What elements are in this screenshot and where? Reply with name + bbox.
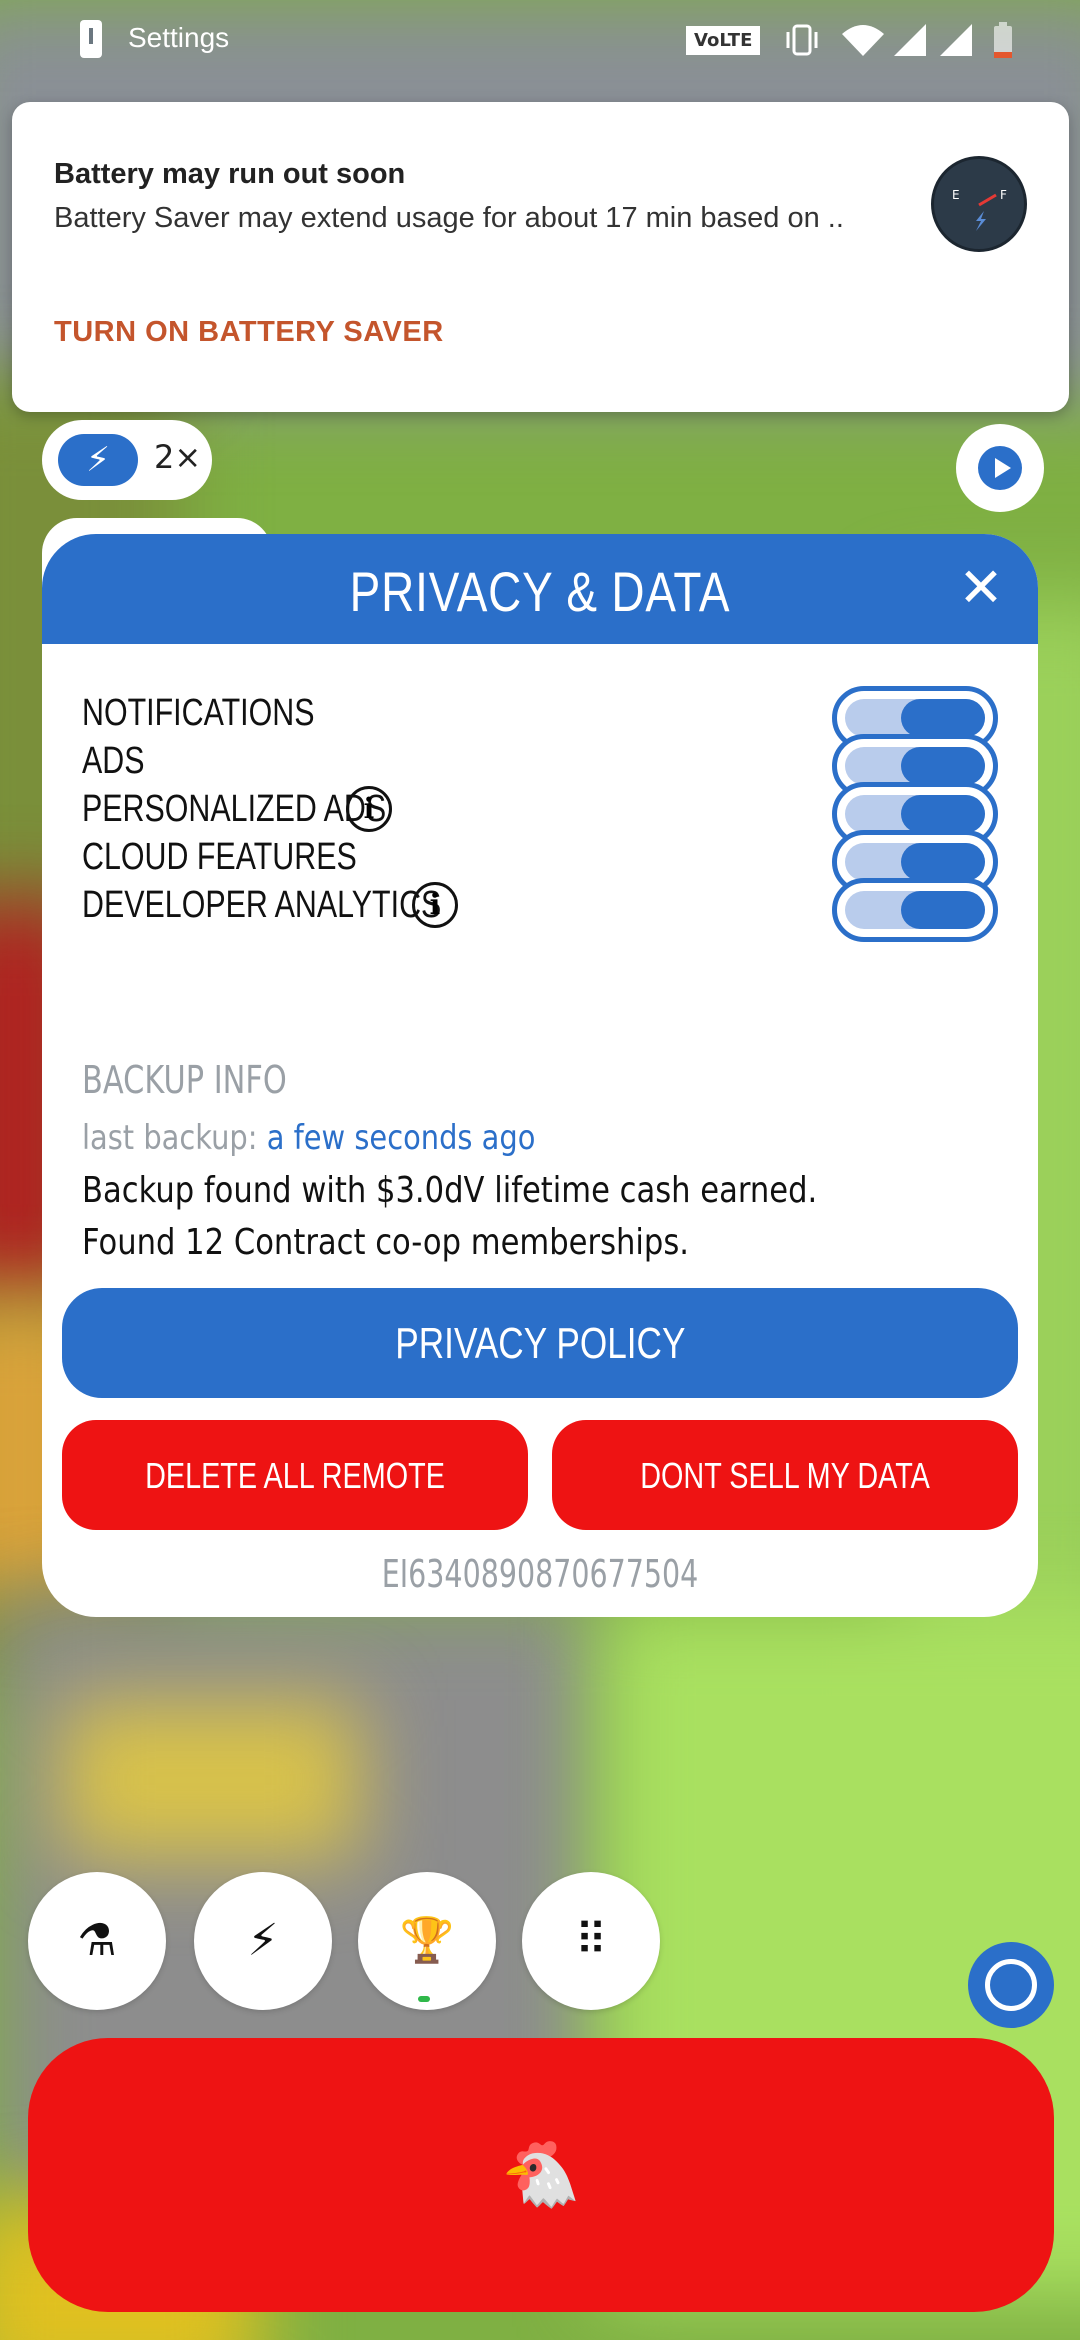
privacy-policy-label: PRIVACY POLICY (394, 1319, 686, 1368)
boost-pill[interactable]: ⚡ 2× (42, 420, 212, 500)
research-button[interactable]: ⚗ (28, 1872, 166, 2010)
backup-cash-text: Backup found with $3.0dV lifetime cash e… (82, 1170, 818, 1211)
battery-notification[interactable]: Battery may run out soon Battery Saver m… (12, 102, 1069, 412)
user-id: EI6340890870677504 (381, 1552, 699, 1596)
boosts-button[interactable]: ⚡ (194, 1872, 332, 2010)
signal-icon (894, 24, 926, 56)
grid-icon: ⠿ (574, 1915, 608, 1966)
menu-button[interactable]: ⠿ (522, 1872, 660, 2010)
backup-info-title: BACKUP INFO (82, 1058, 287, 1102)
info-icon[interactable]: i (412, 882, 458, 928)
signal-2-icon (940, 24, 972, 56)
setting-label: NOTIFICATIONS (82, 692, 315, 734)
svg-text:F: F (1000, 188, 1007, 202)
dont-sell-data-label: DONT SELL MY DATA (640, 1455, 930, 1496)
info-icon[interactable]: i (346, 786, 392, 832)
setting-label: CLOUD FEATURES (82, 836, 357, 878)
turn-on-battery-saver-button[interactable]: TURN ON BATTERY SAVER (54, 316, 444, 349)
last-backup-prefix: last backup: (82, 1118, 267, 1158)
status-app-name: Settings (128, 22, 230, 53)
setting-row-developer-analytics: DEVELOPER ANALYTICS i (82, 878, 998, 942)
trophy-icon: 🏆 (399, 1915, 455, 1966)
notification-title: Battery may run out soon (54, 158, 406, 190)
setting-label: ADS (82, 740, 145, 782)
active-indicator (418, 1996, 430, 2002)
wifi-icon (842, 25, 884, 56)
delete-remote-data-button[interactable]: DELETE ALL REMOTE DATA (62, 1420, 528, 1608)
boost-multiplier: 2× (154, 438, 202, 476)
notification-body: Battery Saver may extend usage for about… (54, 202, 844, 234)
trophy-button[interactable]: 🏆 (358, 1872, 496, 2010)
fuel-gauge-icon: E F (931, 156, 1027, 252)
developer-analytics-toggle[interactable] (832, 878, 998, 942)
alert-icon (80, 20, 102, 58)
last-backup-time: a few seconds ago (266, 1118, 536, 1158)
volte-badge: VoLTE (686, 26, 761, 55)
chicken-icon: 🐔 (501, 2138, 581, 2212)
vibrate-icon (786, 24, 818, 56)
last-backup-text: last backup: a few seconds ago (82, 1118, 535, 1158)
setting-label: DEVELOPER ANALYTICS (82, 884, 442, 926)
lightning-icon: ⚡ (247, 1915, 279, 1966)
modal-title: PRIVACY & DATA (349, 560, 731, 623)
play-button[interactable] (956, 424, 1044, 512)
dont-sell-data-button[interactable]: DONT SELL MY DATA (552, 1420, 1018, 1530)
close-button[interactable]: ✕ (956, 561, 1006, 615)
flask-icon: ⚗ (77, 1915, 117, 1966)
privacy-data-modal: PRIVACY & DATA ✕ NOTIFICATIONS ADS PERSO… (42, 534, 1038, 1617)
status-bar: Settings VoLTE (0, 0, 1080, 80)
setting-label: PERSONALIZED ADS (82, 788, 387, 830)
circle-button[interactable] (968, 1942, 1054, 2028)
svg-text:E: E (952, 188, 960, 202)
battery-icon (994, 22, 1012, 58)
play-icon (978, 446, 1022, 490)
privacy-policy-button[interactable]: PRIVACY POLICY (62, 1288, 1018, 1398)
lightning-icon: ⚡ (58, 434, 138, 486)
backup-coop-text: Found 12 Contract co-op memberships. (82, 1222, 690, 1263)
hatch-chicken-button[interactable]: 🐔 (28, 2038, 1054, 2312)
